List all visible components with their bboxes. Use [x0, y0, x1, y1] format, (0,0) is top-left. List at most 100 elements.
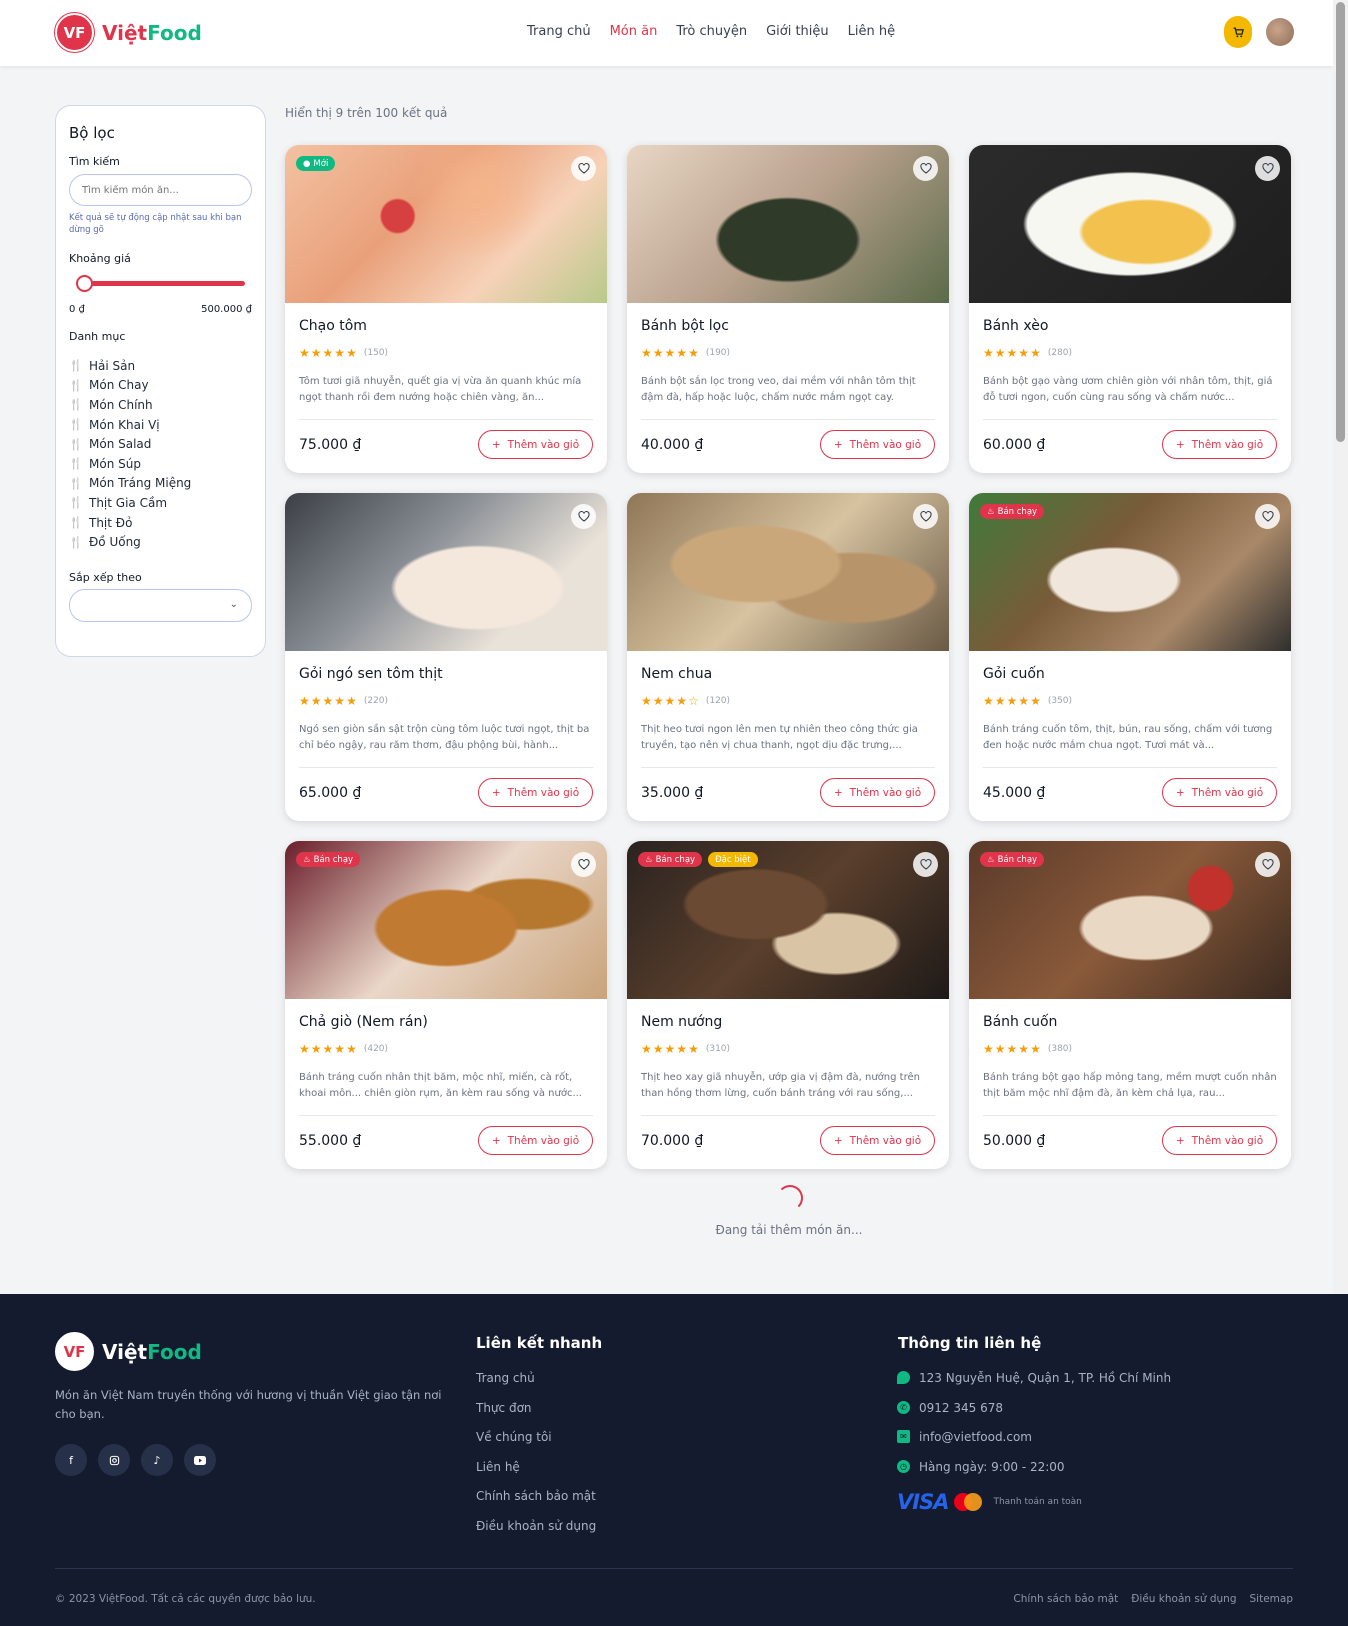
product-name[interactable]: Bánh bột lọc	[641, 318, 729, 334]
plus-icon: +	[833, 1134, 843, 1147]
category-item[interactable]: 🍴 Món Tráng Miệng	[69, 474, 191, 494]
nav-about[interactable]: Giới thiệu	[766, 24, 829, 39]
plus-icon: +	[491, 1134, 501, 1147]
favorite-button[interactable]	[571, 852, 596, 877]
footer-link[interactable]: Chính sách bảo mật	[476, 1489, 596, 1519]
product-name[interactable]: Nem nướng	[641, 1014, 722, 1030]
add-to-cart-button[interactable]: + Thêm vào giỏ	[478, 430, 593, 459]
product-name[interactable]: Bánh xèo	[983, 318, 1048, 334]
utensils-icon: 🍴	[69, 535, 83, 549]
contact-email[interactable]: ✉ info@vietfood.com	[897, 1430, 1171, 1460]
category-item[interactable]: 🍴 Món Chay	[69, 376, 191, 396]
cart-icon	[1233, 26, 1244, 37]
utensils-icon: 🍴	[69, 359, 83, 373]
star-half-icon: ★	[1030, 346, 1041, 360]
site-footer: VF ViệtFood Món ăn Việt Nam truyền thống…	[0, 1294, 1348, 1626]
category-item[interactable]: 🍴 Món Salad	[69, 434, 191, 454]
card-divider	[641, 1115, 935, 1116]
search-input[interactable]	[69, 174, 252, 206]
product-card[interactable]: Bánh bột lọc ★ ★ ★ ★ ★ (190) Bánh bột sắn lọc t…	[627, 145, 949, 473]
contact-phone[interactable]: ✆ 0912 345 678	[897, 1400, 1171, 1431]
product-card[interactable]: Nem chua ★ ★ ★ ★ ☆ (120) Thịt heo tươi ngon lên…	[627, 493, 949, 821]
add-to-cart-button[interactable]: + Thêm vào giỏ	[1162, 778, 1277, 807]
user-avatar[interactable]	[1266, 18, 1294, 46]
product-card[interactable]: ● Mới Chạo tôm ★ ★ ★ ★ ★ (150) Tôm tươi giã nhuyễ…	[285, 145, 607, 473]
product-name[interactable]: Chả giò (Nem rán)	[299, 1014, 428, 1030]
product-name[interactable]: Nem chua	[641, 666, 712, 682]
add-to-cart-button[interactable]: + Thêm vào giỏ	[478, 1126, 593, 1155]
product-card[interactable]: Gỏi ngó sen tôm thịt ★ ★ ★ ★ ★ (220) Ngó sen gi…	[285, 493, 607, 821]
product-name[interactable]: Bánh cuốn	[983, 1014, 1057, 1030]
category-item[interactable]: 🍴 Món Khai Vị	[69, 415, 191, 435]
category-item[interactable]: 🍴 Hải Sản	[69, 356, 191, 376]
product-description: Bánh tráng bột gạo hấp mỏng tang, mềm mư…	[983, 1072, 1277, 1099]
product-image[interactable]	[627, 145, 949, 303]
favorite-button[interactable]	[571, 156, 596, 181]
product-card[interactable]: Bánh xèo ★ ★ ★ ★ ★ (280) Bánh bột gạo vàng ươm …	[969, 145, 1291, 473]
favorite-button[interactable]	[571, 504, 596, 529]
nav-dishes[interactable]: Món ăn	[610, 24, 658, 39]
footer-link[interactable]: Chính sách bảo mật	[1013, 1593, 1118, 1605]
instagram-icon[interactable]	[98, 1444, 130, 1476]
favorite-button[interactable]	[913, 156, 938, 181]
footer-logo[interactable]: VF ViệtFood	[55, 1332, 202, 1371]
category-item[interactable]: 🍴 Món Súp	[69, 454, 191, 474]
category-item[interactable]: 🍴 Món Chính	[69, 395, 191, 415]
site-header: VF ViệtFood Trang chủ Món ăn Trò chuyện …	[0, 0, 1333, 66]
product-name[interactable]: Gỏi ngó sen tôm thịt	[299, 666, 443, 682]
product-name[interactable]: Chạo tôm	[299, 318, 367, 334]
facebook-icon[interactable]: f	[55, 1444, 87, 1476]
product-card[interactable]: ♨ Bán chạy Chả giò (Nem rán) ★ ★ ★ ★ ★ (420) Bánh…	[285, 841, 607, 1169]
price-range-track[interactable]	[78, 281, 245, 286]
star-icon: ★	[322, 346, 334, 360]
review-count: (310)	[705, 1044, 731, 1054]
add-to-cart-label: Thêm vào giỏ	[849, 786, 922, 799]
product-image[interactable]	[627, 493, 949, 651]
product-image[interactable]	[285, 493, 607, 651]
footer-link[interactable]: Thực đơn	[476, 1401, 596, 1431]
footer-link[interactable]: Điều khoản sử dụng	[476, 1519, 596, 1549]
favorite-button[interactable]	[913, 852, 938, 877]
product-card[interactable]: ♨ Bán chạy Gỏi cuốn ★ ★ ★ ★ ★ (350) Bánh tráng cu…	[969, 493, 1291, 821]
product-card[interactable]: ♨ Bán chạy Bánh cuốn ★ ★ ★ ★ ★ (380) Bánh tráng b…	[969, 841, 1291, 1169]
card-divider	[983, 1115, 1277, 1116]
nav-home[interactable]: Trang chủ	[527, 24, 591, 39]
product-badge: ♨ Bán chạy	[638, 852, 703, 867]
youtube-icon[interactable]	[184, 1444, 216, 1476]
add-to-cart-button[interactable]: + Thêm vào giỏ	[1162, 1126, 1277, 1155]
add-to-cart-button[interactable]: + Thêm vào giỏ	[478, 778, 593, 807]
envelope-icon: ✉	[897, 1430, 910, 1444]
add-to-cart-label: Thêm vào giỏ	[507, 438, 580, 451]
category-item[interactable]: 🍴 Thịt Đỏ	[69, 513, 191, 533]
logo[interactable]: VF ViệtFood	[55, 13, 202, 52]
nav-contact[interactable]: Liên hệ	[848, 24, 895, 39]
sort-select[interactable]: ⌄	[69, 589, 252, 622]
add-to-cart-button[interactable]: + Thêm vào giỏ	[1162, 430, 1277, 459]
favorite-button[interactable]	[913, 504, 938, 529]
nav-chat[interactable]: Trò chuyện	[676, 24, 747, 39]
category-item[interactable]: 🍴 Thịt Gia Cầm	[69, 493, 191, 513]
favorite-button[interactable]	[1255, 504, 1280, 529]
add-to-cart-button[interactable]: + Thêm vào giỏ	[820, 778, 935, 807]
footer-link[interactable]: Sitemap	[1250, 1593, 1294, 1605]
utensils-icon: 🍴	[69, 437, 83, 451]
product-image[interactable]	[969, 145, 1291, 303]
star-half-icon: ★	[346, 1042, 357, 1056]
favorite-button[interactable]	[1255, 852, 1280, 877]
product-card[interactable]: ♨ Bán chạy Đặc biệt Nem nướng ★ ★ ★ ★ ★ (310) Thịt…	[627, 841, 949, 1169]
price-range-handle[interactable]	[76, 275, 93, 292]
add-to-cart-button[interactable]: + Thêm vào giỏ	[820, 430, 935, 459]
tiktok-icon[interactable]: ♪	[141, 1444, 173, 1476]
footer-link[interactable]: Trang chủ	[476, 1371, 596, 1401]
category-item[interactable]: 🍴 Đồ Uống	[69, 532, 191, 552]
favorite-button[interactable]	[1255, 156, 1280, 181]
utensils-icon: 🍴	[69, 378, 83, 392]
scrollbar-thumb[interactable]	[1336, 2, 1345, 442]
footer-link[interactable]: Liên hệ	[476, 1460, 596, 1490]
product-name[interactable]: Gỏi cuốn	[983, 666, 1045, 682]
footer-link[interactable]: Điều khoản sử dụng	[1131, 1593, 1236, 1605]
cart-button[interactable]	[1224, 16, 1252, 48]
add-to-cart-button[interactable]: + Thêm vào giỏ	[820, 1126, 935, 1155]
rating: ★ ★ ★ ★ ☆ (120)	[641, 695, 730, 707]
footer-link[interactable]: Về chúng tôi	[476, 1430, 596, 1460]
